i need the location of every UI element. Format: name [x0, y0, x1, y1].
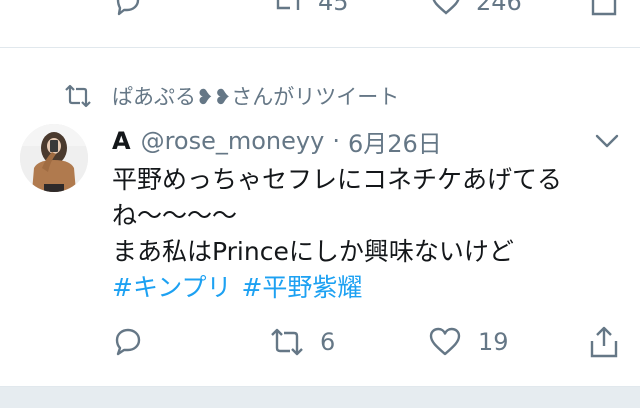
tweet-text: 平野めっちゃセフレにコネチケあげてる ね〜〜〜〜 まあ私はPrinceにしか興味… — [112, 162, 632, 306]
share-icon — [591, 0, 617, 16]
avatar[interactable] — [20, 124, 88, 192]
like-icon — [432, 0, 460, 15]
like-button[interactable]: 19 — [428, 324, 509, 360]
reply-icon — [115, 328, 141, 356]
like-count: 19 — [478, 328, 509, 356]
retweet-icon — [65, 84, 91, 108]
retweet-button[interactable]: 6 — [270, 324, 335, 360]
tweet-date[interactable]: 6月26日 — [348, 124, 442, 159]
timeline: 45 246 ぱあぷる❥❥さんがリツイート A @rose_moneyy · 6… — [0, 0, 640, 408]
caret-down-icon[interactable] — [592, 128, 622, 154]
retweet-context-text: ぱあぷる❥❥さんがリツイート — [112, 85, 400, 109]
previous-like-count: 246 — [476, 0, 522, 16]
retweet-count: 6 — [320, 328, 336, 356]
divider — [0, 47, 640, 48]
hashtag-link[interactable]: #キンプリ — [112, 273, 231, 302]
previous-like-button[interactable]: 246 — [430, 0, 522, 18]
previous-retweet-button[interactable]: 45 — [272, 0, 349, 18]
previous-tweet-actions: 45 246 — [0, 0, 640, 22]
avatar-image — [20, 124, 88, 192]
like-icon — [429, 327, 461, 356]
retweet-icon — [276, 0, 300, 10]
previous-reply-button[interactable] — [112, 0, 144, 18]
reply-button[interactable] — [112, 324, 144, 360]
retweet-context[interactable]: ぱあぷる❥❥さんがリツイート — [64, 82, 399, 110]
previous-share-button[interactable] — [588, 0, 620, 18]
tweet-text-line: まあ私はPrinceにしか興味ないけど — [112, 237, 514, 266]
separator-dot: · — [332, 127, 340, 155]
tweet-text-line: 平野めっちゃセフレにコネチケあげてる — [112, 165, 563, 194]
tweet-header: A @rose_moneyy · 6月26日 — [112, 122, 442, 160]
share-icon — [590, 326, 618, 358]
display-name[interactable]: A — [112, 127, 131, 155]
tweet-actions: 6 19 — [0, 324, 640, 360]
user-handle[interactable]: @rose_moneyy — [141, 127, 325, 155]
share-button[interactable] — [588, 324, 620, 360]
previous-retweet-count: 45 — [318, 0, 349, 16]
retweet-icon — [271, 328, 303, 356]
tweet-text-line: ね〜〜〜〜 — [112, 201, 238, 230]
timeline-gap — [0, 387, 640, 408]
hashtags: #キンプリ #平野紫耀 — [112, 270, 632, 306]
hashtag-link[interactable]: #平野紫耀 — [241, 273, 362, 302]
reply-icon — [116, 0, 140, 16]
